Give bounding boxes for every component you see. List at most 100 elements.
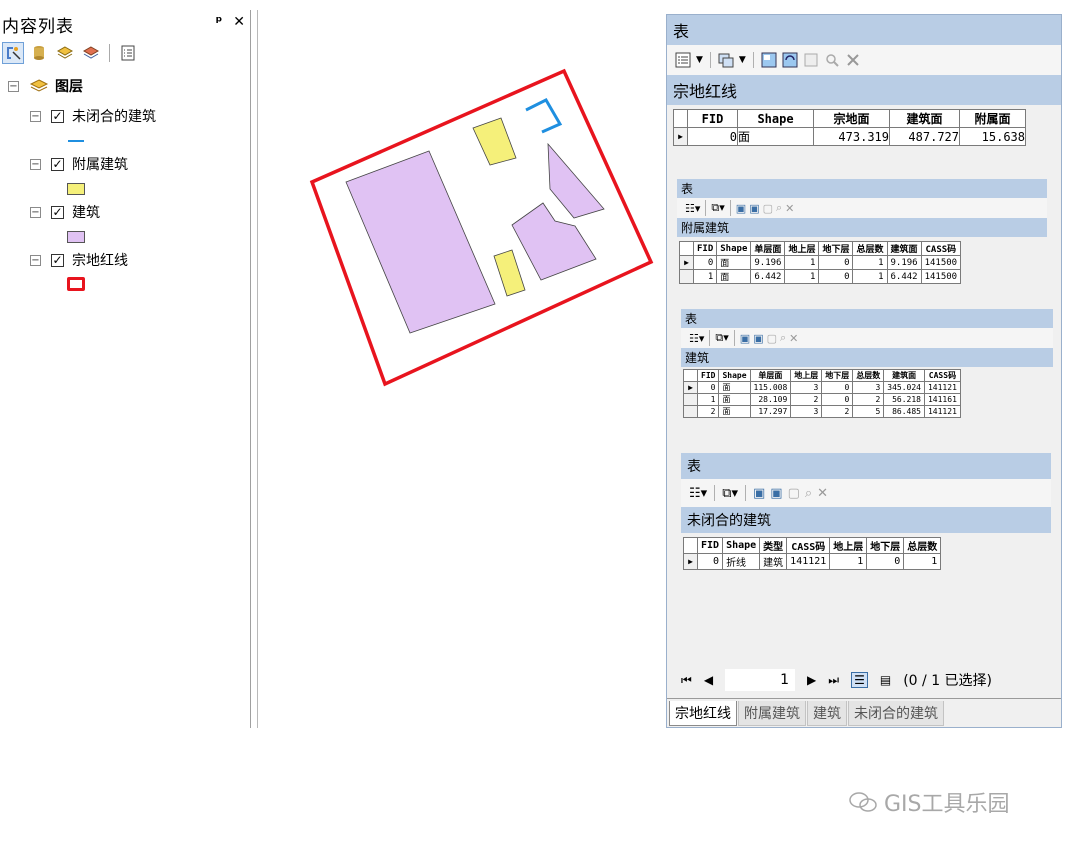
- column-header[interactable]: 建筑面: [889, 109, 960, 128]
- clear-selection-icon[interactable]: ▢: [763, 202, 773, 215]
- table-cell[interactable]: 0: [696, 553, 724, 570]
- delete-selected-icon[interactable]: ✕: [785, 202, 794, 215]
- table-cell[interactable]: 1: [852, 269, 888, 284]
- table-cell[interactable]: 面: [716, 255, 752, 270]
- table-cell[interactable]: 3: [790, 405, 823, 418]
- column-header[interactable]: Shape: [722, 537, 761, 554]
- layer-item-parcel-boundary[interactable]: − ✓ 宗地红线: [30, 250, 128, 270]
- column-header[interactable]: CASS码: [923, 369, 961, 382]
- table-cell[interactable]: 面: [718, 405, 751, 418]
- switch-selection-icon[interactable]: [782, 52, 798, 68]
- column-header[interactable]: 建筑面: [883, 369, 925, 382]
- table-cell[interactable]: 141161: [923, 393, 961, 406]
- column-header[interactable]: 地下层: [821, 369, 854, 382]
- table-cell[interactable]: 1: [784, 269, 820, 284]
- column-header[interactable]: 建筑面: [886, 241, 922, 256]
- table-cell[interactable]: 2: [852, 393, 885, 406]
- table-cell[interactable]: 0: [818, 255, 854, 270]
- row-selector-icon[interactable]: ▶: [673, 127, 688, 146]
- table-row[interactable]: 2 面 17.297 3 2 5 86.485 141121: [683, 405, 961, 418]
- select-by-attributes-icon[interactable]: ▣: [740, 332, 750, 345]
- column-header[interactable]: Shape: [737, 109, 814, 128]
- table-options-icon[interactable]: [675, 52, 691, 68]
- table-cell[interactable]: 0: [692, 255, 718, 270]
- map-view[interactable]: [262, 10, 662, 410]
- table-cell[interactable]: 28.109: [749, 393, 792, 406]
- column-header[interactable]: 总层数: [852, 241, 888, 256]
- table-cell[interactable]: 1: [692, 269, 718, 284]
- select-by-attributes-icon[interactable]: [761, 52, 777, 68]
- previous-record-icon[interactable]: ◀: [704, 673, 713, 687]
- table-cell[interactable]: 487.727: [889, 127, 960, 146]
- table-cell[interactable]: 面: [718, 393, 751, 406]
- visibility-checkbox[interactable]: ✓: [51, 205, 64, 219]
- clear-selection-icon[interactable]: ▢: [767, 332, 777, 345]
- column-header[interactable]: 地上层: [784, 241, 820, 256]
- list-by-source-icon[interactable]: [28, 42, 50, 64]
- first-record-icon[interactable]: ⏮: [681, 673, 692, 688]
- table-cell[interactable]: 15.638: [959, 127, 1026, 146]
- table-row[interactable]: 1 面 6.442 1 0 1 6.442 141500: [679, 269, 962, 284]
- select-by-attributes-icon[interactable]: ▣: [736, 202, 746, 215]
- table-cell[interactable]: 0: [866, 553, 905, 570]
- column-header[interactable]: FID: [696, 369, 720, 382]
- annex-building-polygon[interactable]: [472, 117, 517, 166]
- related-tables-icon[interactable]: ⧉▾: [711, 201, 724, 215]
- row-selector-icon[interactable]: ▶: [683, 553, 698, 570]
- table-cell[interactable]: 141121: [786, 553, 831, 570]
- visibility-checkbox[interactable]: ✓: [51, 157, 64, 171]
- zoom-to-selected-icon[interactable]: [824, 52, 840, 68]
- table-cell[interactable]: 6.442: [750, 269, 786, 284]
- column-header[interactable]: CASS码: [920, 241, 962, 256]
- column-header[interactable]: 总层数: [903, 537, 942, 554]
- table-cell[interactable]: 0: [818, 269, 854, 284]
- column-header[interactable]: Shape: [718, 369, 751, 382]
- column-header[interactable]: 地上层: [829, 537, 868, 554]
- table-cell[interactable]: 0: [821, 381, 854, 394]
- column-header[interactable]: 总层数: [852, 369, 885, 382]
- table-options-icon[interactable]: ☷▾: [685, 202, 700, 215]
- column-header[interactable]: 地下层: [818, 241, 854, 256]
- chevron-down-icon[interactable]: ▼: [696, 55, 703, 65]
- layers-root[interactable]: − 图层: [8, 76, 83, 96]
- table-cell[interactable]: 1: [829, 553, 868, 570]
- related-tables-icon[interactable]: ⧉▾: [715, 331, 728, 345]
- collapse-icon[interactable]: −: [8, 80, 19, 92]
- column-header[interactable]: 宗地面: [813, 109, 890, 128]
- table-cell[interactable]: 6.442: [886, 269, 922, 284]
- table-cell[interactable]: 86.485: [883, 405, 925, 418]
- annex-building-polygon[interactable]: [493, 249, 526, 297]
- building-polygon[interactable]: [547, 142, 605, 219]
- table-cell[interactable]: 0: [696, 381, 720, 394]
- column-header[interactable]: FID: [696, 537, 724, 554]
- table-cell[interactable]: 141121: [923, 405, 961, 418]
- row-selector-icon[interactable]: [683, 393, 698, 406]
- table-cell[interactable]: 141500: [920, 255, 962, 270]
- visibility-checkbox[interactable]: ✓: [51, 109, 64, 123]
- next-record-icon[interactable]: ▶: [807, 673, 816, 687]
- table-cell[interactable]: 9.196: [750, 255, 786, 270]
- table-cell[interactable]: 17.297: [749, 405, 792, 418]
- tab-open-buildings[interactable]: 未闭合的建筑: [848, 701, 944, 726]
- related-tables-icon[interactable]: ⧉▾: [722, 486, 738, 501]
- close-icon[interactable]: ✕: [233, 14, 245, 30]
- layer-item-annex-buildings[interactable]: − ✓ 附属建筑: [30, 154, 128, 174]
- layer-item-open-buildings[interactable]: − ✓ 未闭合的建筑: [30, 106, 156, 126]
- last-record-icon[interactable]: ⏭: [828, 673, 839, 688]
- table-row[interactable]: ▶ 0 面 9.196 1 0 1 9.196 141500: [679, 255, 962, 270]
- table-cell[interactable]: 0: [687, 127, 738, 146]
- parcel-boundary[interactable]: [309, 68, 654, 387]
- delete-selected-icon[interactable]: [845, 52, 861, 68]
- column-header[interactable]: CASS码: [786, 537, 831, 554]
- zoom-to-selected-icon[interactable]: ⌕: [776, 201, 782, 215]
- options-icon[interactable]: [117, 42, 139, 64]
- table-cell[interactable]: 141500: [920, 269, 962, 284]
- column-header[interactable]: 类型: [759, 537, 788, 554]
- table-cell[interactable]: 面: [716, 269, 752, 284]
- column-header[interactable]: 单层面: [749, 369, 792, 382]
- table-options-icon[interactable]: ☷▾: [689, 332, 704, 345]
- visibility-checkbox[interactable]: ✓: [51, 253, 64, 267]
- chevron-down-icon[interactable]: ▼: [739, 55, 746, 65]
- table-cell[interactable]: 面: [718, 381, 751, 394]
- row-selector-icon[interactable]: ▶: [679, 255, 694, 270]
